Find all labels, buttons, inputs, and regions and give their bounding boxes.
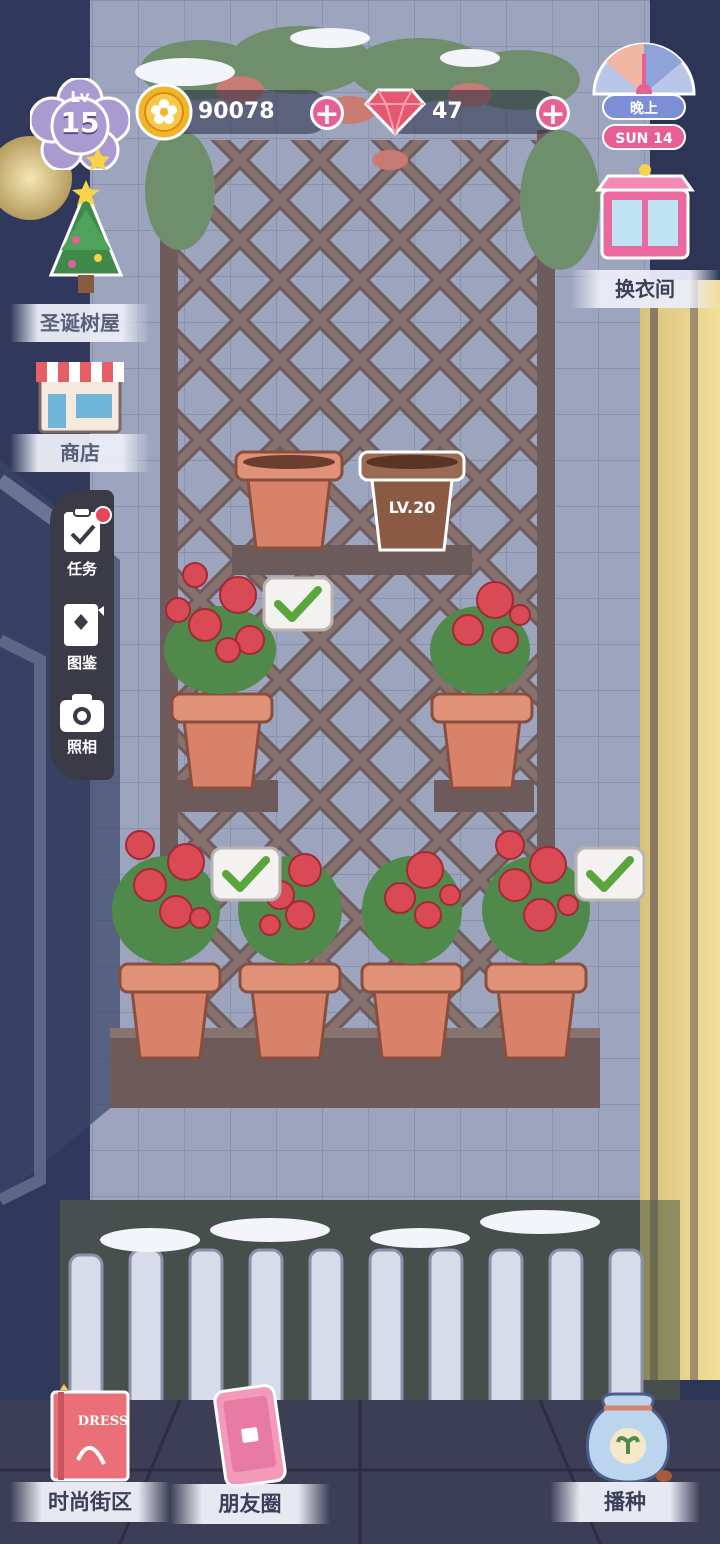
- sow-label: 播种: [550, 1482, 700, 1522]
- christmas-tree-icon: [48, 180, 124, 293]
- gem-count: 47: [432, 99, 463, 124]
- harvest-check-icon[interactable]: [210, 846, 282, 902]
- photo-label: 照相: [66, 738, 97, 756]
- tasks-label: 任务: [66, 560, 97, 578]
- level-number: 15: [60, 106, 100, 139]
- notification-dot: [94, 506, 112, 524]
- catalog-label: 图鉴: [66, 654, 97, 672]
- friends-label: 朋友圈: [170, 1484, 330, 1524]
- wardrobe-icon: [595, 164, 695, 260]
- dress-book-title: DRESS: [77, 1414, 129, 1429]
- coin-count: 90078: [198, 99, 275, 124]
- book-icon: [64, 604, 104, 646]
- shop-button[interactable]: 商店: [10, 350, 150, 476]
- fashion-street-label: 时尚街区: [10, 1482, 170, 1522]
- harvest-check-icon[interactable]: [574, 846, 646, 902]
- seed-bag-icon: [585, 1392, 672, 1484]
- add-coins-button[interactable]: +: [310, 96, 344, 131]
- dress-book-icon: [50, 1384, 130, 1482]
- add-gems-button[interactable]: +: [536, 96, 570, 131]
- level-badge[interactable]: Lv 15: [28, 76, 132, 172]
- gem-icon: [364, 88, 426, 138]
- tasks-button[interactable]: 任务: [50, 502, 114, 584]
- catalog-button[interactable]: 图鉴: [50, 596, 114, 678]
- camera-icon: [60, 694, 104, 732]
- harvest-check-icon[interactable]: [262, 576, 334, 632]
- day-badge: SUN 14: [602, 124, 686, 150]
- photo-button[interactable]: 照相: [50, 686, 114, 768]
- shop-label: 商店: [10, 434, 150, 472]
- fashion-street-button[interactable]: DRESS 时尚街区: [10, 1384, 170, 1530]
- wardrobe-label: 换衣间: [570, 270, 720, 308]
- shop-icon: [36, 362, 124, 434]
- christmas-house-button[interactable]: 圣诞树屋: [10, 180, 150, 342]
- tools-panel: 任务 图鉴 照相: [50, 490, 114, 780]
- friends-button[interactable]: 朋友圈: [170, 1384, 330, 1530]
- sow-button[interactable]: 播种: [540, 1384, 710, 1530]
- locked-pot-level: LV.20: [388, 498, 436, 517]
- phone-icon: [213, 1384, 287, 1488]
- coin-icon: [135, 83, 193, 141]
- wardrobe-button[interactable]: 换衣间: [570, 160, 720, 310]
- time-of-day-badge: 晚上: [602, 94, 686, 120]
- empty-pot[interactable]: [234, 450, 344, 550]
- christmas-house-label: 圣诞树屋: [10, 304, 150, 342]
- level-prefix: Lv: [70, 88, 90, 106]
